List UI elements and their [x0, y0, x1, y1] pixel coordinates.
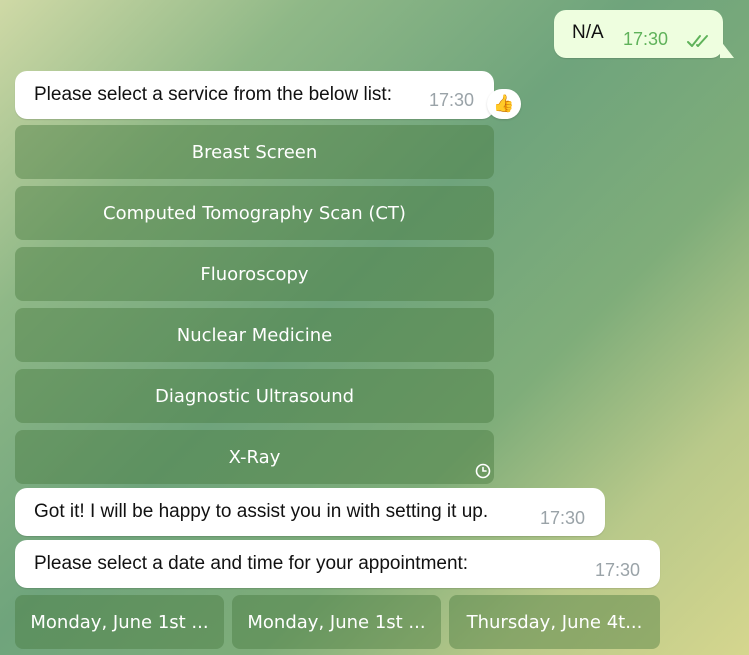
message-time: 17:30 [429, 90, 475, 110]
bubble-tail [720, 40, 734, 58]
service-button-breast-screen[interactable]: Breast Screen [15, 125, 494, 179]
double-check-icon [687, 35, 708, 47]
message-text: Please select a service from the below l… [34, 84, 392, 105]
button-label: Fluoroscopy [200, 263, 309, 285]
service-button-nuclear-medicine[interactable]: Nuclear Medicine [15, 308, 494, 362]
message-text: Got it! I will be happy to assist you in… [34, 501, 489, 522]
button-label: Breast Screen [191, 141, 318, 163]
clock-icon [475, 463, 491, 479]
incoming-message-date-prompt[interactable]: Please select a date and time for your a… [15, 540, 660, 588]
message-time: 17:30 [623, 29, 669, 49]
service-button-ultrasound[interactable]: Diagnostic Ultrasound [15, 369, 494, 423]
service-button-ct[interactable]: Computed Tomography Scan (CT) [15, 186, 494, 240]
chat-area: N/A 17:30 Please select a service from t… [0, 0, 749, 655]
message-time: 17:30 [595, 560, 641, 580]
incoming-message-service-prompt[interactable]: Please select a service from the below l… [15, 71, 494, 119]
date-button-3[interactable]: Thursday, June 4t... [449, 595, 660, 649]
service-button-fluoroscopy[interactable]: Fluoroscopy [15, 247, 494, 301]
button-label: Monday, June 1st ... [247, 611, 426, 633]
thumbs-up-icon: 👍 [493, 94, 515, 113]
button-label: Diagnostic Ultrasound [154, 385, 355, 407]
incoming-message-confirmation[interactable]: Got it! I will be happy to assist you in… [15, 488, 605, 536]
date-button-1[interactable]: Monday, June 1st ... [15, 595, 224, 649]
date-button-2[interactable]: Monday, June 1st ... [232, 595, 441, 649]
message-time: 17:30 [540, 508, 586, 528]
reaction-badge[interactable]: 👍 [487, 89, 521, 119]
button-label: Thursday, June 4t... [466, 611, 643, 633]
button-label: X-Ray [228, 446, 281, 468]
button-label: Nuclear Medicine [176, 324, 333, 346]
button-label: Monday, June 1st ... [30, 611, 209, 633]
message-text: Please select a date and time for your a… [34, 553, 469, 574]
message-text: N/A [572, 22, 604, 43]
service-button-x-ray[interactable]: X-Ray [15, 430, 494, 484]
button-label: Computed Tomography Scan (CT) [103, 202, 406, 224]
